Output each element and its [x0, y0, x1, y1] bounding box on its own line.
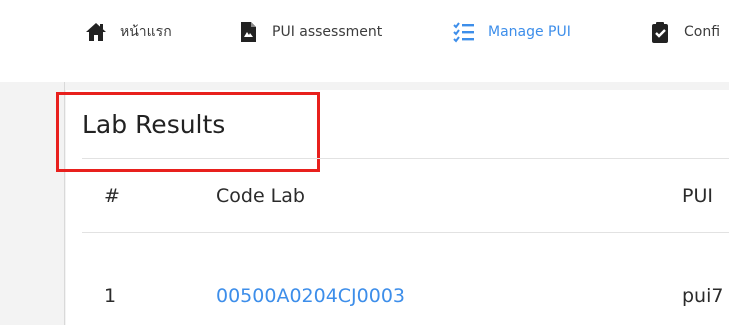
home-icon: [84, 20, 108, 44]
column-header-code-lab: Code Lab: [216, 185, 305, 207]
column-header-number: #: [104, 185, 120, 207]
nav-item-pui-assessment[interactable]: PUI assessment: [236, 18, 382, 46]
nav-item-label: หน้าแรก: [120, 24, 172, 40]
highlight-annotation-box: [56, 92, 320, 172]
code-lab-link[interactable]: 00500A0204CJ0003: [216, 285, 405, 307]
top-navigation: หน้าแรก PUI assessment Manage PUI Confi: [0, 0, 729, 64]
title-divider: [82, 158, 729, 159]
nav-item-home[interactable]: หน้าแรก: [84, 18, 172, 46]
document-icon: [236, 20, 260, 44]
nav-item-confirm[interactable]: Confi: [648, 18, 720, 46]
nav-item-label: Confi: [684, 24, 721, 40]
checklist-icon: [452, 20, 476, 44]
clipboard-check-icon: [648, 20, 672, 44]
column-header-pui: PUI: [682, 185, 713, 207]
nav-item-manage-pui[interactable]: Manage PUI: [452, 18, 571, 46]
nav-item-label: PUI assessment: [272, 24, 383, 40]
table-cell-pui: pui7: [682, 285, 724, 307]
table-header-divider: [82, 232, 729, 233]
table-cell-number: 1: [104, 285, 117, 307]
page: หน้าแรก PUI assessment Manage PUI Confi …: [0, 0, 729, 325]
nav-item-label: Manage PUI: [488, 24, 571, 40]
